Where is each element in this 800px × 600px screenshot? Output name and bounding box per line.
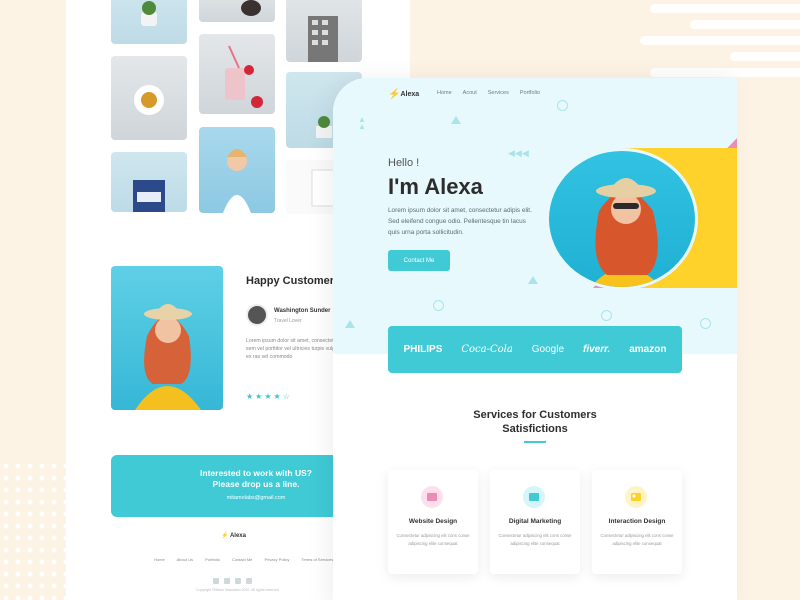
service-description: Consectetur adipiscing elit cons conse a… [498, 533, 572, 546]
footer-copyright: Copyright ©Mitam Mamadou 2020. All right… [196, 588, 280, 592]
front-page-mockup: ◀◀◀ ▲ ▲ ⚡ Alexa Home Acout Services Portf… [333, 78, 737, 600]
heading-underline [524, 441, 546, 443]
picture-icon [625, 486, 647, 508]
decor-ring [557, 100, 568, 111]
gallery-photo-woman [199, 127, 275, 213]
decor-arrows-up: ▲ ▲ [358, 115, 366, 131]
footer-nav: Home About Us Portfolio Contact Me Priva… [154, 557, 344, 562]
instagram-icon[interactable] [235, 578, 241, 584]
hero-portrait [546, 148, 698, 290]
services-heading: Services for Customers Satisfictions [333, 408, 737, 436]
hero-description: Lorem ipsum dolor sit amet, consectetur … [388, 207, 532, 236]
footer-nav-portfolio[interactable]: Portfolio [205, 557, 220, 562]
brand-philips: PHILIPS [403, 344, 443, 355]
gallery-photo-plant [111, 0, 187, 44]
decor-triangle [451, 116, 461, 124]
main-nav: Home Acout Services Portfolio [437, 90, 540, 96]
footer-nav-contact[interactable]: Contact Me [232, 557, 252, 562]
hero-greeting: Hello ! [388, 157, 420, 169]
footer-nav-privacy[interactable]: Privacy Policy [265, 557, 290, 562]
brand-logos-bar: PHILIPS Coca-Cola Google fiverr. amazon [388, 326, 682, 373]
services-heading-line2: Satisfictions [502, 423, 568, 435]
services-heading-line1: Services for Customers [473, 409, 597, 421]
service-title: Website Design [408, 518, 458, 525]
nav-services[interactable]: Services [488, 90, 509, 96]
decor-ring [433, 300, 444, 311]
decor-ring [601, 310, 612, 321]
linkedin-icon[interactable] [246, 578, 252, 584]
customer-name: Washington Sunder [274, 308, 331, 314]
service-card-website-design[interactable]: Website Design Consectetur adipiscing el… [388, 470, 478, 574]
decor-triangle [345, 320, 355, 328]
footer-nav-about[interactable]: About Us [177, 557, 193, 562]
browser-icon [421, 486, 443, 508]
customer-photo [111, 266, 223, 410]
nav-about[interactable]: Acout [463, 90, 477, 96]
service-card-interaction-design[interactable]: Interaction Design Consectetur adipiscin… [592, 470, 682, 574]
decor-triangle [528, 276, 538, 284]
happy-customer-title: Happy Customer [246, 275, 335, 287]
gallery-photo-snail [199, 0, 275, 22]
background-dots [0, 460, 66, 600]
contact-me-button[interactable]: Contact Me [388, 250, 450, 271]
twitter-icon[interactable] [224, 578, 230, 584]
rating-stars: ★★★★☆ [246, 392, 292, 401]
footer-social-icons [213, 571, 257, 589]
decor-ring [700, 318, 711, 329]
brand-amazon: amazon [629, 344, 667, 355]
contact-cta-banner: Interested to work with US? Please drop … [111, 455, 341, 517]
bolt-icon: ⚡ [221, 533, 229, 539]
facebook-icon[interactable] [213, 578, 219, 584]
service-card-digital-marketing[interactable]: Digital Marketing Consectetur adipiscing… [490, 470, 580, 574]
customer-avatar [246, 304, 268, 326]
service-description: Consectetur adipiscing elit cons conse a… [600, 533, 674, 546]
footer-nav-terms[interactable]: Terms of Services [301, 557, 333, 562]
site-logo-text: Alexa [400, 91, 420, 98]
gallery-photo-smoothie [199, 34, 275, 114]
customer-role: Travel Lover [274, 318, 302, 324]
image-icon [523, 486, 545, 508]
footer-nav-home[interactable]: Home [154, 557, 165, 562]
footer-logo[interactable]: ⚡ Alexa [221, 532, 246, 539]
gallery-photo-tea [111, 56, 187, 140]
footer-logo-text: Alexa [229, 533, 246, 539]
nav-portfolio[interactable]: Portfolio [520, 90, 540, 96]
bolt-icon: ⚡ [388, 89, 401, 100]
hero-title: I'm Alexa [388, 174, 483, 199]
hero-section: ◀◀◀ ▲ ▲ ⚡ Alexa Home Acout Services Portf… [333, 78, 737, 354]
site-logo[interactable]: ⚡ Alexa [388, 89, 419, 100]
nav-home[interactable]: Home [437, 90, 452, 96]
decor-arrows: ◀◀◀ [508, 148, 529, 158]
gallery-photo-box [111, 152, 187, 212]
service-description: Consectetur adipiscing elit cons conse a… [396, 533, 470, 546]
gallery-photo-building [286, 0, 362, 62]
brand-fiverr: fiverr. [583, 344, 611, 355]
service-title: Digital Marketing [508, 518, 562, 525]
brand-google: Google [531, 344, 565, 355]
service-title: Interaction Design [608, 518, 666, 525]
brand-coca-cola: Coca-Cola [461, 344, 513, 355]
